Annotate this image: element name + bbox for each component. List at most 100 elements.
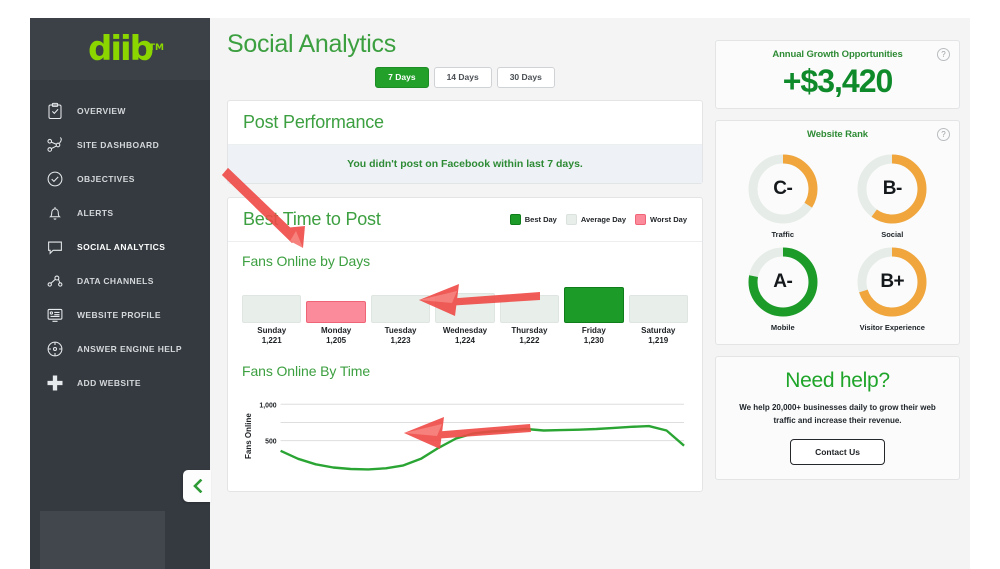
sidebar-item-website-profile[interactable]: Website Profile (30, 298, 210, 332)
legend-item-worst-day: Worst Day (635, 213, 687, 225)
day-label-column: Wednesday 1,224 (435, 326, 494, 348)
day-bar-column[interactable] (306, 279, 366, 323)
best-time-body: Fans Online by Days Sunday 1,221 Monday 1,2… (228, 242, 702, 492)
day-label-column: Monday 1,205 (306, 326, 365, 348)
gauge-label: Traffic (771, 230, 794, 240)
rank-gauge-traffic[interactable]: C- Traffic (728, 150, 838, 239)
sidebar: diib TM Overview Site Dashboard Objectives… (30, 18, 211, 569)
growth-header: Annual Growth Opportunities ? (716, 41, 959, 64)
logo-text: diib (88, 29, 154, 69)
chevron-left-icon (192, 479, 202, 493)
website-rank-card: Website Rank ? C- Traffic B- Social A- M… (715, 120, 960, 346)
rank-gauge-social[interactable]: B- Social (838, 150, 948, 239)
day-bar (370, 294, 431, 323)
best-time-header: Best Time to Post Best Day Average Day Wor… (228, 198, 702, 242)
day-bar-column[interactable] (628, 279, 688, 323)
day-bar-column[interactable] (564, 279, 624, 323)
fans-online-line-svg: 500 1,000 (259, 402, 685, 471)
rank-gauge-mobile[interactable]: A- Mobile (728, 243, 838, 332)
day-value: 1,219 (648, 336, 669, 346)
gauge-grade: B+ (880, 271, 905, 293)
gauge-ring: B- (853, 150, 931, 228)
gauge-ring: B+ (853, 243, 931, 321)
gauge-grade: B- (882, 178, 903, 200)
sidebar-item-label: Objectives (77, 174, 135, 184)
day-name: Wednesday (442, 325, 488, 335)
gauge-ring: A- (744, 243, 822, 321)
sidebar-item-label: Data Channels (77, 276, 154, 286)
svg-text:500: 500 (265, 439, 277, 446)
day-value: 1,221 (261, 336, 282, 346)
fans-by-days-title: Fans Online by Days (242, 252, 371, 269)
bell-icon (44, 202, 66, 224)
day-bar (242, 294, 302, 323)
day-name: Saturday (641, 325, 676, 335)
sidebar-item-objectives[interactable]: Objectives (30, 162, 210, 196)
y-axis-label: Fans Online (244, 413, 253, 459)
fans-by-time-title: Fans Online By Time (242, 363, 371, 380)
website-rank-header: Website Rank ? (716, 121, 959, 144)
plus-icon (44, 372, 66, 394)
gauge-label: Mobile (770, 323, 795, 333)
line-chart-plot: 500 1,000 (255, 391, 688, 481)
date-range-tabs: 7 Days 14 Days 30 Days (227, 67, 703, 88)
range-tab-14-days[interactable]: 14 Days (433, 67, 492, 88)
sidebar-bottom-panel (40, 511, 165, 569)
sidebar-item-label: Overview (77, 106, 126, 116)
sidebar-item-social-analytics[interactable]: Social Analytics (30, 230, 210, 264)
day-value: 1,222 (519, 336, 540, 346)
chat-bubble-icon (44, 236, 66, 258)
post-performance-title: Post Performance (243, 111, 384, 132)
question-mark-icon[interactable]: ? (937, 128, 950, 142)
sidebar-item-label: Website Profile (77, 310, 161, 320)
contact-us-button[interactable]: Contact Us (790, 438, 885, 465)
day-bar-column[interactable] (435, 279, 495, 323)
rank-gauge-visitor-experience[interactable]: B+ Visitor Experience (838, 243, 948, 332)
svg-text:1,000: 1,000 (259, 402, 276, 409)
range-tab-30-days[interactable]: 30 Days (496, 67, 555, 88)
sidebar-item-label: Site Dashboard (77, 140, 160, 150)
day-name: Tuesday (384, 325, 417, 335)
question-mark-icon[interactable]: ? (937, 48, 950, 61)
gauge-ring: C- (744, 150, 822, 228)
day-label-column: Thursday 1,222 (500, 326, 559, 348)
day-label-column: Friday 1,230 (564, 326, 623, 348)
legend-swatch (565, 213, 577, 225)
gauge-label: Visitor Experience (859, 323, 925, 333)
fans-by-days-labels: Sunday 1,221 Monday 1,205 Tuesday 1,223 Wednes… (242, 326, 688, 348)
sidebar-nav: Overview Site Dashboard Objectives Alerts So… (30, 80, 210, 400)
website-rank-title: Website Rank (807, 129, 868, 141)
need-help-card: Need help? We help 20,000+ businesses da… (715, 356, 960, 480)
day-label-column: Saturday 1,219 (629, 326, 688, 348)
fans-by-time-chart: Fans Online 500 1,000 (242, 391, 688, 481)
check-circle-icon (44, 168, 66, 190)
rank-gauge-grid: C- Traffic B- Social A- Mobile B+ Visito… (716, 144, 959, 344)
sidebar-item-label: Social Analytics (77, 242, 166, 252)
main-content: Social Analytics 7 Days 14 Days 30 Days Po… (210, 18, 970, 569)
range-tab-7-days[interactable]: 7 Days (375, 67, 429, 88)
best-time-title: Best Time to Post (243, 208, 381, 229)
gauge-grade: C- (773, 178, 793, 200)
sidebar-collapse-button[interactable] (183, 470, 211, 502)
day-bar-column[interactable] (242, 279, 302, 323)
primary-column: Social Analytics 7 Days 14 Days 30 Days Po… (227, 30, 703, 569)
day-bar (306, 300, 366, 323)
day-value: 1,205 (326, 336, 347, 346)
legend-item-average-day: Average Day (565, 213, 627, 225)
app-window: diib TM Overview Site Dashboard Objectives… (30, 18, 970, 569)
chart-y-ticks: 500 1,000 (259, 402, 276, 445)
sidebar-item-data-channels[interactable]: Data Channels (30, 264, 210, 298)
sidebar-item-add-website[interactable]: Add Website (30, 366, 210, 400)
day-bar-column[interactable] (499, 279, 560, 323)
post-performance-header: Post Performance (228, 101, 702, 145)
sidebar-item-overview[interactable]: Overview (30, 94, 210, 128)
sidebar-item-alerts[interactable]: Alerts (30, 196, 210, 230)
day-bar-column[interactable] (370, 279, 431, 323)
sidebar-item-site-dashboard[interactable]: Site Dashboard (30, 128, 210, 162)
sidebar-item-answer-engine-help[interactable]: Answer Engine Help (30, 332, 210, 366)
chart-legend: Best Day Average Day Worst Day (509, 213, 687, 225)
legend-label: Average Day (580, 214, 627, 224)
brand-logo[interactable]: diib TM (30, 18, 210, 80)
gauge-grade: A- (773, 271, 793, 293)
growth-title: Annual Growth Opportunities (772, 49, 903, 60)
